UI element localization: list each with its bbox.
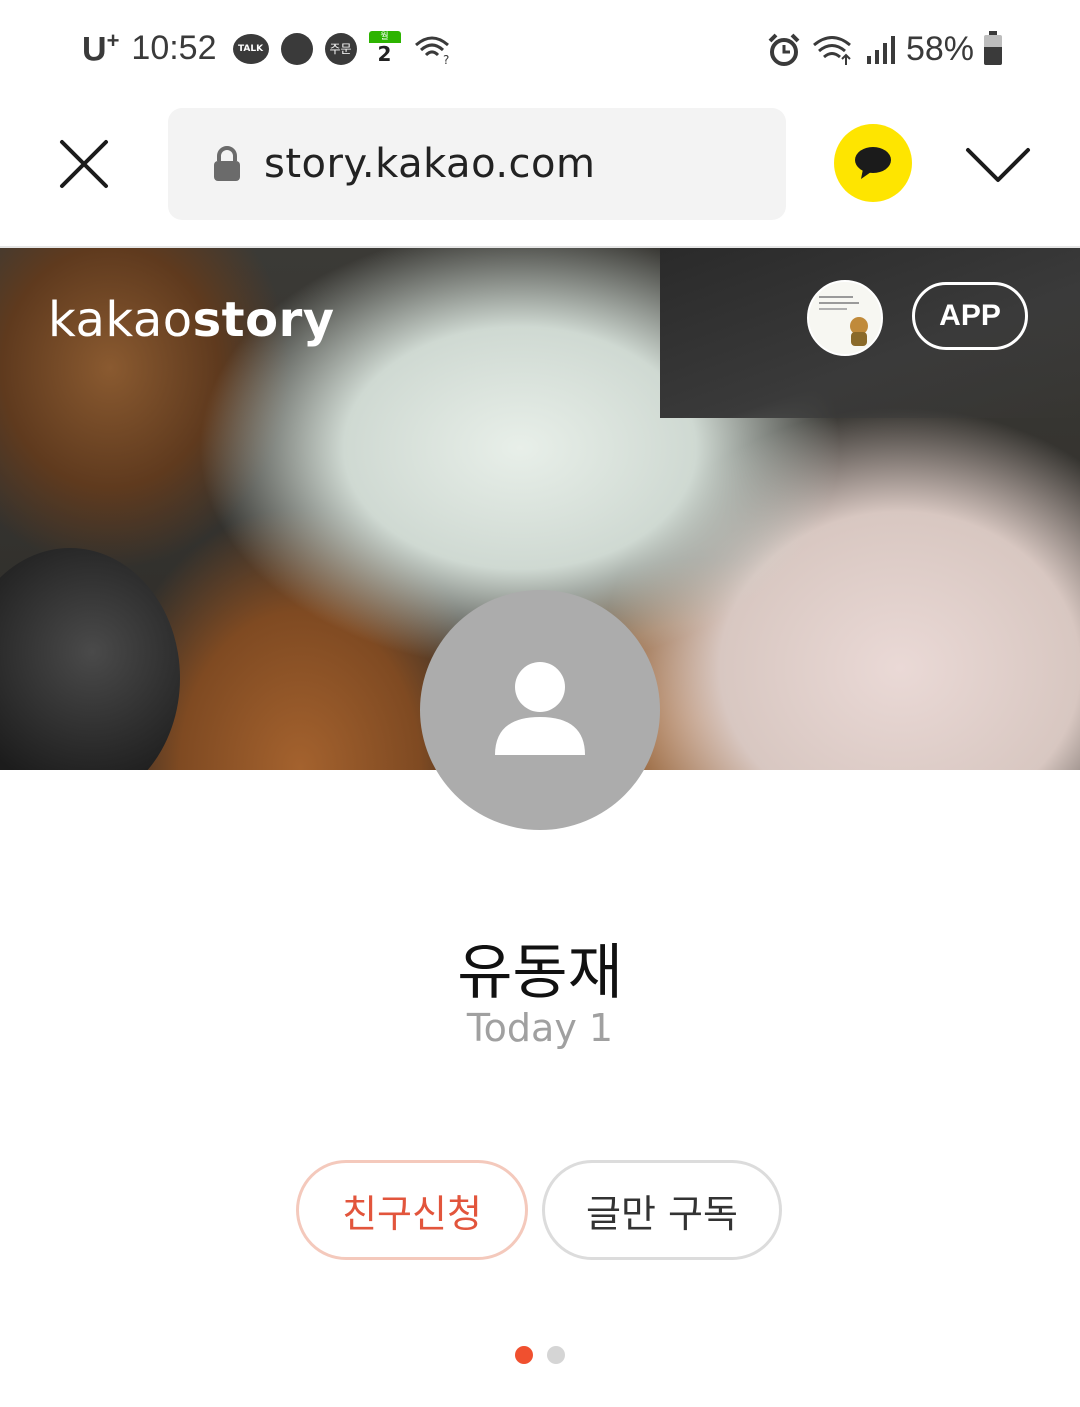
battery-percent: 58% bbox=[905, 30, 974, 68]
page-dot[interactable] bbox=[547, 1346, 565, 1364]
chat-bubble-icon bbox=[855, 147, 891, 179]
page-dot-active[interactable] bbox=[515, 1346, 533, 1364]
kakaostory-logo[interactable]: kakaostory bbox=[48, 292, 335, 348]
status-left: U+ 10:52 TALK 주문 월 2 ? bbox=[82, 28, 453, 69]
clock: 10:52 bbox=[131, 29, 217, 68]
calendar-notification-icon: 월 2 bbox=[368, 30, 401, 67]
chevron-down-icon bbox=[966, 148, 1030, 182]
carrier-label: U+ bbox=[82, 28, 120, 69]
subscribe-posts-button[interactable]: 글만 구독 bbox=[542, 1160, 782, 1260]
wifi-data-icon bbox=[812, 35, 851, 65]
browser-toolbar: story.kakao.com bbox=[0, 100, 1080, 248]
default-user-icon bbox=[495, 662, 585, 755]
alarm-icon bbox=[768, 33, 800, 66]
signal-icon bbox=[866, 35, 895, 64]
lock-icon bbox=[212, 145, 242, 183]
status-bar: U+ 10:52 TALK 주문 월 2 ? 58% bbox=[0, 0, 1080, 100]
kakaotalk-share-button[interactable] bbox=[834, 124, 912, 202]
my-profile-avatar[interactable] bbox=[807, 280, 883, 356]
open-app-button[interactable]: APP bbox=[912, 282, 1028, 350]
address-bar[interactable]: story.kakao.com bbox=[168, 108, 786, 220]
close-button[interactable] bbox=[56, 136, 112, 192]
friend-request-button[interactable]: 친구신청 bbox=[296, 1160, 528, 1260]
calendar-weekday: 월 bbox=[368, 30, 401, 43]
battery-icon bbox=[984, 30, 1002, 65]
wifi-question-icon: ? bbox=[414, 36, 449, 65]
url-text: story.kakao.com bbox=[264, 141, 596, 187]
close-icon bbox=[60, 140, 108, 188]
expand-menu-button[interactable] bbox=[962, 140, 1034, 190]
today-visitor-count: Today 1 bbox=[466, 1006, 614, 1050]
calendar-day: 2 bbox=[377, 41, 392, 66]
notification-dot-icon bbox=[280, 32, 313, 65]
kakaotalk-notification-icon: TALK bbox=[232, 33, 269, 64]
profile-name: 유동재 bbox=[457, 938, 623, 1008]
svg-text:?: ? bbox=[443, 53, 449, 65]
page-indicator bbox=[0, 1346, 1080, 1364]
profile-avatar[interactable] bbox=[420, 590, 660, 830]
status-right: 58% bbox=[766, 30, 1002, 69]
order-notification-icon: 주문 bbox=[324, 32, 357, 65]
